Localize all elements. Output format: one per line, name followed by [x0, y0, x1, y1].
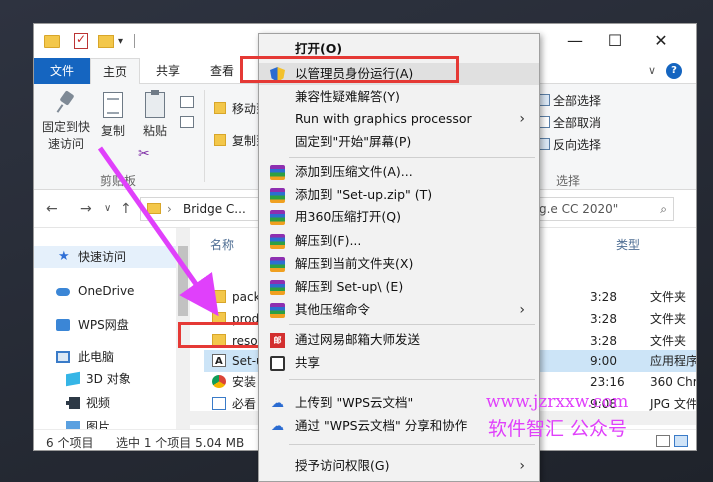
close-button[interactable]: ✕ — [646, 29, 676, 53]
archive-icon — [270, 280, 285, 295]
submenu-arrow-icon: › — [519, 458, 525, 474]
menu-divider — [289, 324, 535, 325]
menu-item-grant-access[interactable]: 授予访问权限(G) › — [259, 455, 539, 477]
copy-path-icon[interactable] — [180, 116, 194, 128]
nav-item-this-pc[interactable]: 此电脑 — [34, 346, 190, 368]
tab-share[interactable]: 共享 — [146, 58, 190, 84]
cut-small-icon[interactable] — [180, 96, 194, 108]
menu-item-other-compress[interactable]: 其他压缩命令 › — [259, 299, 539, 321]
jpg-icon — [212, 397, 226, 410]
help-icon[interactable]: ? — [666, 63, 682, 79]
item-count: 6 个项目 — [46, 436, 94, 450]
minimize-button[interactable]: — — [560, 29, 590, 53]
group-divider — [204, 90, 205, 182]
pin-quick-access-button[interactable]: 固定到快 速访问 — [38, 92, 94, 152]
navigation-pane: ★ 快速访问 OneDrive WPS网盘 此电脑 3D 对象 视频 图片 — [34, 228, 190, 434]
toolbar-divider — [134, 34, 135, 48]
wps-cloud-icon — [56, 319, 70, 331]
invert-selection-button[interactable]: 反向选择 — [553, 136, 601, 153]
properties-icon[interactable] — [74, 32, 88, 49]
search-value: g.e CC 2020" — [539, 202, 619, 216]
menu-item-add-to-archive[interactable]: 添加到压缩文件(A)... — [259, 161, 539, 183]
column-header-name[interactable]: 名称 — [210, 236, 234, 253]
archive-icon — [270, 210, 285, 225]
menu-item-compatibility[interactable]: 兼容性疑难解答(Y) — [259, 86, 539, 108]
select-group-label: 选择 — [556, 174, 581, 188]
up-folder-icon[interactable]: ↑ — [120, 201, 132, 217]
chrome-icon — [212, 375, 226, 388]
submenu-arrow-icon: › — [519, 302, 525, 318]
collapse-ribbon-icon[interactable]: ∨ — [644, 63, 660, 79]
copy-folder-icon — [214, 134, 226, 146]
cloud-icon — [56, 288, 70, 296]
details-view-icon[interactable] — [656, 435, 670, 447]
folder-icon — [212, 290, 226, 303]
menu-item-run-with-gpu[interactable]: Run with graphics processor › — [259, 108, 539, 130]
star-icon: ★ — [58, 249, 70, 264]
back-icon[interactable]: ← — [46, 201, 58, 217]
move-folder-icon — [214, 102, 226, 114]
cloud-share-icon: ☁ — [271, 419, 284, 434]
new-folder-icon[interactable] — [98, 35, 114, 48]
menu-divider — [289, 444, 535, 445]
app-icon — [212, 351, 226, 373]
computer-icon — [56, 351, 70, 363]
customize-toolbar-icon[interactable]: ▾ — [118, 36, 128, 52]
large-icons-view-icon[interactable] — [674, 435, 688, 447]
mail-163-icon: 邮 — [270, 333, 285, 348]
menu-item-extract-to[interactable]: 解压到(F)... — [259, 230, 539, 252]
select-none-button[interactable]: 全部取消 — [553, 114, 601, 131]
breadcrumb-separator: › — [167, 202, 172, 216]
search-input[interactable]: g.e CC 2020" ⌕ — [534, 197, 674, 221]
share-icon — [270, 356, 285, 371]
nav-item-3d-objects[interactable]: 3D 对象 — [34, 368, 190, 390]
tab-view[interactable]: 查看 — [200, 58, 244, 84]
archive-icon — [270, 303, 285, 318]
nav-item-videos[interactable]: 视频 — [34, 392, 190, 414]
nav-item-quick-access[interactable]: ★ 快速访问 — [34, 246, 190, 268]
submenu-arrow-icon: › — [519, 111, 525, 127]
selection-info: 选中 1 个项目 5.04 MB — [116, 436, 245, 450]
nav-item-wps-cloud[interactable]: WPS网盘 — [34, 314, 190, 336]
archive-icon — [270, 165, 285, 180]
select-all-button[interactable]: 全部选择 — [553, 92, 601, 109]
menu-divider — [289, 157, 535, 158]
pin-icon — [56, 92, 76, 114]
folder-icon[interactable] — [44, 35, 60, 48]
forward-icon[interactable]: → — [80, 201, 92, 217]
menu-item-pin-to-start[interactable]: 固定到"开始"屏幕(P) — [259, 131, 539, 153]
menu-item-open-with-360[interactable]: 用360压缩打开(Q) — [259, 206, 539, 228]
video-icon — [66, 397, 80, 409]
nav-item-onedrive[interactable]: OneDrive — [34, 280, 190, 302]
copy-icon — [103, 92, 123, 118]
archive-icon — [270, 234, 285, 249]
menu-item-extract-here[interactable]: 解压到当前文件夹(X) — [259, 253, 539, 275]
copy-button[interactable]: 复制 — [96, 92, 130, 139]
clipboard-group-label: 剪贴板 — [100, 174, 137, 188]
run-as-admin-highlight-box — [240, 56, 459, 83]
menu-item-add-to-zip[interactable]: 添加到 "Set-up.zip" (T) — [259, 184, 539, 206]
archive-icon — [270, 188, 285, 203]
tab-file[interactable]: 文件 — [34, 58, 90, 84]
menu-item-share[interactable]: 共享 — [259, 352, 539, 374]
menu-item-extract-to-folder[interactable]: 解压到 Set-up\ (E) — [259, 276, 539, 298]
archive-icon — [270, 257, 285, 272]
scrollbar-thumb[interactable] — [178, 246, 188, 316]
menu-divider — [289, 379, 535, 380]
paste-button[interactable]: 粘贴 — [138, 90, 172, 139]
folder-icon — [147, 203, 161, 214]
breadcrumb[interactable]: Bridge C... — [183, 202, 246, 216]
recent-locations-icon[interactable]: ∨ — [104, 203, 111, 214]
watermark-url: www.jzrxxw.com — [486, 392, 629, 412]
scissors-icon[interactable]: ✂ — [138, 146, 150, 162]
tab-home[interactable]: 主页 — [90, 58, 140, 85]
search-icon: ⌕ — [660, 202, 667, 216]
clipboard-icon — [145, 90, 165, 118]
cloud-upload-icon: ☁ — [271, 396, 284, 411]
menu-item-send-via-163[interactable]: 邮 通过网易邮箱大师发送 — [259, 329, 539, 351]
maximize-button[interactable]: ☐ — [600, 29, 630, 53]
watermark-title: 软件智汇 公众号 — [488, 418, 628, 440]
cube-icon — [66, 371, 80, 387]
column-header-type[interactable]: 类型 — [616, 236, 640, 253]
